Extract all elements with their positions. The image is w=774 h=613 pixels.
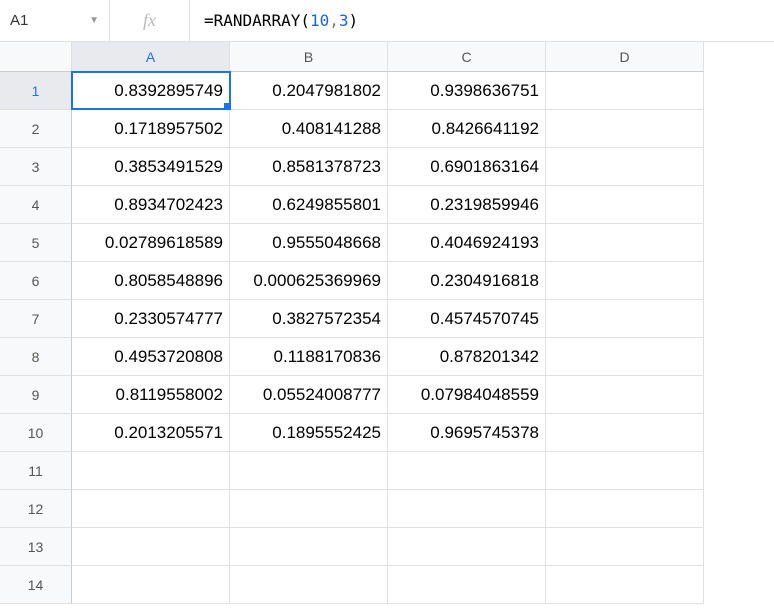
cell-d9[interactable] — [546, 376, 704, 414]
cell-b6[interactable]: 0.000625369969 — [230, 262, 388, 300]
cell-c5[interactable]: 0.4046924193 — [388, 224, 546, 262]
row-header-4[interactable]: 4 — [0, 186, 72, 224]
name-box-value: A1 — [10, 12, 28, 29]
cell-b1[interactable]: 0.2047981802 — [230, 72, 388, 110]
cell-d3[interactable] — [546, 148, 704, 186]
row-header-3[interactable]: 3 — [0, 148, 72, 186]
cell-a3[interactable]: 0.3853491529 — [72, 148, 230, 186]
row-header-9[interactable]: 9 — [0, 376, 72, 414]
column-header-b[interactable]: B — [230, 42, 388, 72]
row-header-14[interactable]: 14 — [0, 566, 72, 604]
spreadsheet-grid[interactable]: ABCD 10.83928957490.20479818020.939863675… — [0, 42, 774, 604]
cell-d2[interactable] — [546, 110, 704, 148]
row-header-1[interactable]: 1 — [0, 72, 72, 110]
cell-c3[interactable]: 0.6901863164 — [388, 148, 546, 186]
row-header-12[interactable]: 12 — [0, 490, 72, 528]
cell-a6[interactable]: 0.8058548896 — [72, 262, 230, 300]
row-header-7[interactable]: 7 — [0, 300, 72, 338]
cell-a1[interactable]: 0.8392895749 — [71, 71, 231, 110]
cell-c10[interactable]: 0.9695745378 — [388, 414, 546, 452]
cell-a14[interactable] — [72, 566, 230, 604]
cell-c4[interactable]: 0.2319859946 — [388, 186, 546, 224]
row-header-2[interactable]: 2 — [0, 110, 72, 148]
cell-d10[interactable] — [546, 414, 704, 452]
cell-c9[interactable]: 0.07984048559 — [388, 376, 546, 414]
cell-c1[interactable]: 0.9398636751 — [388, 72, 546, 110]
cell-a11[interactable] — [72, 452, 230, 490]
column-header-c[interactable]: C — [388, 42, 546, 72]
cell-c11[interactable] — [388, 452, 546, 490]
formula-text: =RANDARRAY(10,3) — [204, 11, 358, 30]
dropdown-icon[interactable]: ▼ — [89, 15, 99, 26]
row-header-5[interactable]: 5 — [0, 224, 72, 262]
row-header-11[interactable]: 11 — [0, 452, 72, 490]
column-header-d[interactable]: D — [546, 42, 704, 72]
row-header-6[interactable]: 6 — [0, 262, 72, 300]
cell-c6[interactable]: 0.2304916818 — [388, 262, 546, 300]
cell-b14[interactable] — [230, 566, 388, 604]
cell-a10[interactable]: 0.2013205571 — [72, 414, 230, 452]
formula-bar: A1 ▼ fx =RANDARRAY(10,3) — [0, 0, 774, 42]
cell-c12[interactable] — [388, 490, 546, 528]
cell-c13[interactable] — [388, 528, 546, 566]
cell-b10[interactable]: 0.1895552425 — [230, 414, 388, 452]
cell-c14[interactable] — [388, 566, 546, 604]
fx-icon: fx — [110, 0, 190, 41]
cell-b9[interactable]: 0.05524008777 — [230, 376, 388, 414]
cell-d12[interactable] — [546, 490, 704, 528]
column-header-a[interactable]: A — [72, 42, 230, 72]
cell-d5[interactable] — [546, 224, 704, 262]
row-header-13[interactable]: 13 — [0, 528, 72, 566]
row-header-8[interactable]: 8 — [0, 338, 72, 376]
cell-b8[interactable]: 0.1188170836 — [230, 338, 388, 376]
cell-d8[interactable] — [546, 338, 704, 376]
cell-d1[interactable] — [546, 72, 704, 110]
cell-b2[interactable]: 0.408141288 — [230, 110, 388, 148]
cell-c7[interactable]: 0.4574570745 — [388, 300, 546, 338]
cell-a12[interactable] — [72, 490, 230, 528]
cell-b5[interactable]: 0.9555048668 — [230, 224, 388, 262]
cell-d6[interactable] — [546, 262, 704, 300]
cell-a4[interactable]: 0.8934702423 — [72, 186, 230, 224]
cell-b3[interactable]: 0.8581378723 — [230, 148, 388, 186]
cell-a5[interactable]: 0.02789618589 — [72, 224, 230, 262]
cell-b7[interactable]: 0.3827572354 — [230, 300, 388, 338]
cell-d4[interactable] — [546, 186, 704, 224]
cell-b12[interactable] — [230, 490, 388, 528]
cell-b11[interactable] — [230, 452, 388, 490]
cell-a8[interactable]: 0.4953720808 — [72, 338, 230, 376]
cell-c2[interactable]: 0.8426641192 — [388, 110, 546, 148]
cell-d7[interactable] — [546, 300, 704, 338]
cell-b4[interactable]: 0.6249855801 — [230, 186, 388, 224]
cell-a9[interactable]: 0.8119558002 — [72, 376, 230, 414]
cell-a7[interactable]: 0.2330574777 — [72, 300, 230, 338]
formula-input[interactable]: =RANDARRAY(10,3) — [190, 0, 774, 41]
name-box[interactable]: A1 ▼ — [0, 0, 110, 41]
select-all-corner[interactable] — [0, 42, 72, 72]
cell-c8[interactable]: 0.878201342 — [388, 338, 546, 376]
cell-b13[interactable] — [230, 528, 388, 566]
row-header-10[interactable]: 10 — [0, 414, 72, 452]
cell-d13[interactable] — [546, 528, 704, 566]
cell-a2[interactable]: 0.1718957502 — [72, 110, 230, 148]
cell-a13[interactable] — [72, 528, 230, 566]
cell-d11[interactable] — [546, 452, 704, 490]
cell-d14[interactable] — [546, 566, 704, 604]
